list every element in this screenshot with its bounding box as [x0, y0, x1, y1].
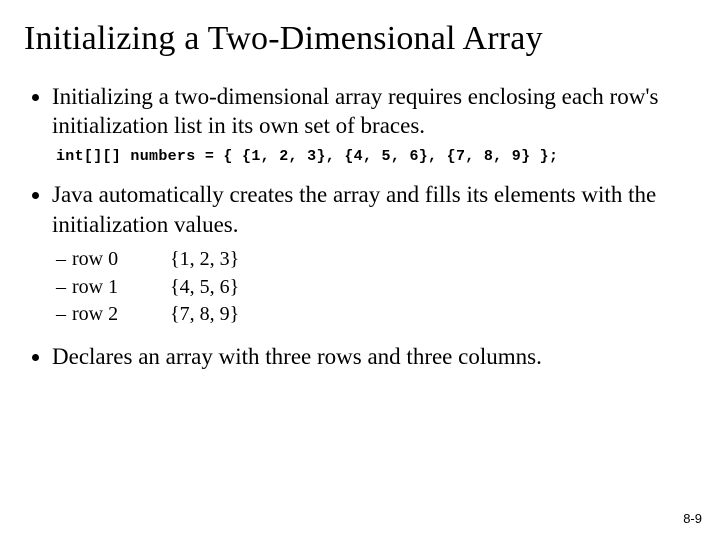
code-line: int[][] numbers = { {1, 2, 3}, {4, 5, 6}…: [56, 147, 696, 166]
row-value-2: {7, 8, 9}: [170, 302, 239, 328]
row-item: –row 2 {7, 8, 9}: [56, 302, 696, 328]
row-list: –row 0 {1, 2, 3} –row 1 {4, 5, 6} –row 2…: [56, 247, 696, 328]
bullet-2-text: Java automatically creates the array and…: [52, 182, 656, 236]
bullet-1: Initializing a two-dimensional array req…: [52, 82, 696, 166]
row-value-1: {4, 5, 6}: [170, 275, 239, 301]
row-item: –row 1 {4, 5, 6}: [56, 275, 696, 301]
bullet-2: Java automatically creates the array and…: [52, 180, 696, 328]
row-value-0: {1, 2, 3}: [170, 247, 239, 273]
slide-title: Initializing a Two-Dimensional Array: [24, 20, 696, 58]
slide: Initializing a Two-Dimensional Array Ini…: [0, 0, 720, 540]
bullet-list: Initializing a two-dimensional array req…: [24, 82, 696, 371]
bullet-3-text: Declares an array with three rows and th…: [52, 344, 542, 369]
page-number: 8-9: [683, 511, 702, 526]
row-label-0: –row 0: [56, 247, 146, 273]
row-label-1: –row 1: [56, 275, 146, 301]
row-label-2: –row 2: [56, 302, 146, 328]
bullet-1-text: Initializing a two-dimensional array req…: [52, 84, 658, 138]
row-item: –row 0 {1, 2, 3}: [56, 247, 696, 273]
bullet-3: Declares an array with three rows and th…: [52, 342, 696, 371]
